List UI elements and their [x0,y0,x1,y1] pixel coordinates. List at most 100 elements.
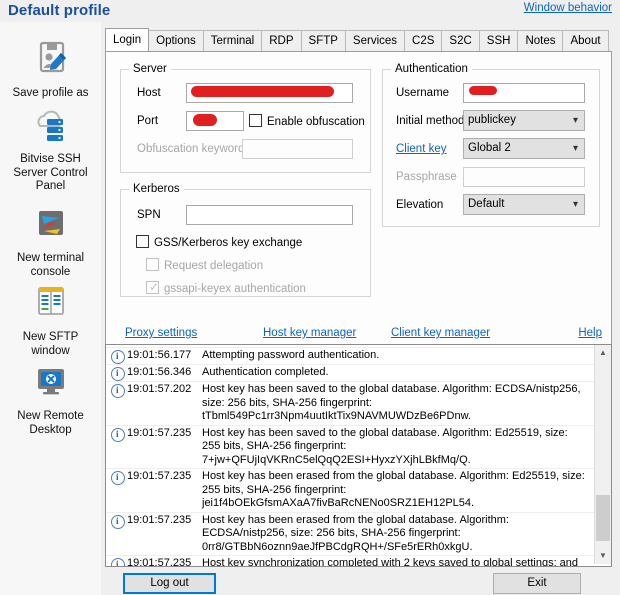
scrollbar-thumb[interactable] [596,495,610,541]
host-redaction [191,86,334,97]
log-row: 19:01:57.235 Host key has been saved to … [106,426,594,469]
log-scrollbar[interactable]: ▲ ▼ [594,345,611,564]
username-redaction [469,86,497,95]
log-row: 19:01:57.202 Host key has been saved to … [106,382,594,426]
info-icon [111,367,125,381]
client-key-value: Global 2 [468,142,511,154]
log-message: Host key has been saved to the global da… [202,383,581,422]
initial-method-select[interactable]: publickey ▾ [463,110,585,131]
server-group: Server Host Port Enable obfuscation Obfu… [120,63,371,173]
elevation-select[interactable]: Default ▾ [463,194,585,215]
request-delegation-label: Request delegation [164,260,264,272]
log-message: Host key has been saved to the global da… [202,426,568,466]
kerberos-group: Kerberos SPN GSS/Kerberos key exchange R… [120,183,371,297]
initial-method-value: publickey [468,114,516,126]
username-label: Username [396,87,450,99]
gss-kerberos-key-exchange-checkbox[interactable]: GSS/Kerberos key exchange [136,235,302,249]
sidebar: Save profile as Bitvise SSH Server Contr… [0,22,102,595]
client-key-manager-link[interactable]: Client key manager [391,327,490,339]
tab-options[interactable]: Options [148,30,204,51]
sidebar-item-new-remote-desktop[interactable]: New Remote Desktop [0,363,101,437]
checkbox-box [146,258,159,271]
obfuscation-keyword-input [242,139,353,159]
check-mark-icon: ✓ [149,280,160,294]
tab-c2s[interactable]: C2S [404,30,443,51]
client-key-link[interactable]: Client key [396,143,447,155]
proxy-settings-link[interactable]: Proxy settings [125,327,197,339]
spn-input[interactable] [186,205,353,225]
enable-obfuscation-checkbox[interactable]: Enable obfuscation [249,114,365,128]
log-message: Host key synchronization completed with … [202,557,579,567]
tab-sftp[interactable]: SFTP [300,30,346,51]
log-row: 19:01:56.177 Attempting password authent… [106,348,594,365]
client-key-select[interactable]: Global 2 ▾ [463,138,585,159]
logout-button[interactable]: Log out [123,573,216,594]
sidebar-item-bitvise-ssh-server-control-panel[interactable]: Bitvise SSH Server Control Panel [0,106,101,194]
log-message: Host key has been erased from the global… [202,513,509,553]
obfuscation-keyword-label: Obfuscation keyword [137,143,245,155]
log-row: 19:01:57.235 Host key has been erased fr… [106,469,594,513]
elevation-value: Default [468,198,505,210]
host-key-manager-link[interactable]: Host key manager [263,327,356,339]
bitvise-ssh-client-window: Default profile Window behavior Save pro… [0,0,620,595]
tab-terminal[interactable]: Terminal [202,30,263,51]
sidebar-item-new-terminal-console[interactable]: New terminal console [0,205,101,279]
checkbox-box: ✓ [146,281,159,294]
sftp-window-icon [28,284,74,328]
tab-rdp[interactable]: RDP [261,30,302,51]
tab-ssh[interactable]: SSH [478,30,519,51]
sidebar-item-label: Bitvise SSH Server Control Panel [13,153,88,192]
page-title: Default profile [8,2,111,19]
info-icon [111,514,125,529]
passphrase-label: Passphrase [396,171,457,183]
info-icon [111,471,125,485]
server-group-title: Server [129,63,171,75]
log-message: Attempting password authentication. [202,349,380,361]
sidebar-item-label: Save profile as [12,87,89,99]
chevron-down-icon: ▾ [572,199,578,210]
window-behavior-link[interactable]: Window behavior [524,2,612,14]
authentication-group: Authentication Username Initial method p… [382,63,600,227]
scroll-up-icon[interactable]: ▲ [595,345,611,361]
sidebar-item-label: New terminal console [16,252,85,278]
info-icon [111,558,125,566]
enable-obfuscation-label: Enable obfuscation [267,116,365,128]
log-timestamp: 19:01:57.235 [127,513,192,526]
log-timestamp: 19:01:56.346 [127,366,192,378]
login-tab-page: Server Host Port Enable obfuscation Obfu… [105,51,612,345]
sidebar-item-new-sftp-window[interactable]: New SFTP window [0,284,101,358]
info-icon [111,384,125,398]
passphrase-input [463,167,585,187]
link-row: Proxy settings Host key manager Client k… [105,327,610,345]
exit-button[interactable]: Exit [493,573,581,594]
tab-services[interactable]: Services [344,30,406,51]
log-list: methods: publickey,password. 19:01:56.17… [106,345,594,567]
log-row: 19:01:57.235 Host key synchronization co… [106,556,594,567]
tab-login[interactable]: Login [105,28,150,51]
authentication-group-title: Authentication [391,63,472,75]
top-bar: Default profile Window behavior [0,0,620,22]
log-message: Host key has been erased from the global… [202,470,585,509]
gssapi-keyex-label: gssapi-keyex authentication [164,283,306,295]
initial-method-label: Initial method [396,115,465,127]
log-timestamp: 19:01:57.202 [127,383,192,395]
info-icon [111,427,125,442]
sidebar-item-label: New Remote Desktop [17,410,84,436]
log-message: methods: publickey,password. [202,345,592,346]
checkbox-box [136,235,149,248]
port-redaction [193,114,217,126]
scroll-down-icon[interactable]: ▼ [595,548,611,564]
tab-about[interactable]: About [562,30,609,51]
chevron-down-icon: ▾ [572,143,578,154]
port-label: Port [137,115,159,127]
save-profile-icon [28,40,74,84]
tab-notes[interactable]: Notes [517,30,564,51]
sidebar-item-save-profile-as[interactable]: Save profile as [0,40,101,101]
help-link[interactable]: Help [578,327,602,339]
log-pane[interactable]: methods: publickey,password. 19:01:56.17… [105,344,612,567]
spn-label: SPN [137,209,161,221]
sidebar-item-label: New SFTP window [22,331,79,357]
server-cloud-icon [28,106,74,150]
host-label: Host [137,87,161,99]
tab-s2c[interactable]: S2C [441,30,480,51]
